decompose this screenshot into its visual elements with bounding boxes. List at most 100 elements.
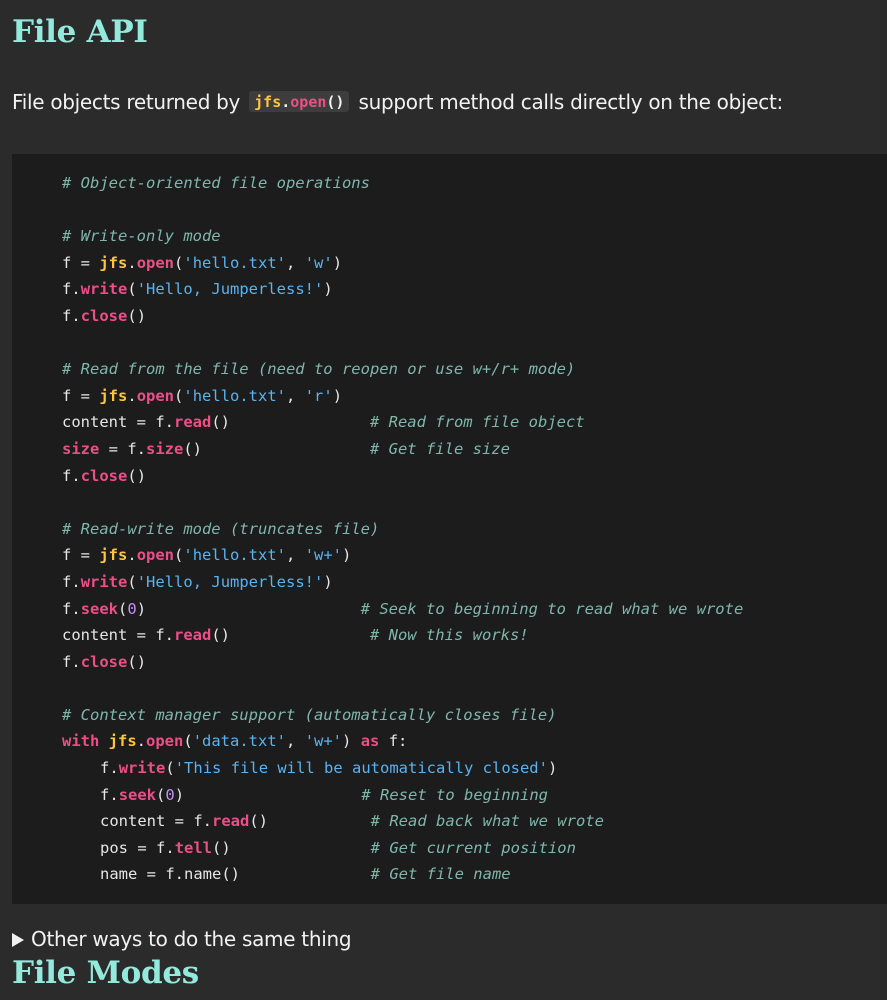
code-token: content bbox=[62, 626, 128, 645]
code-token: 'w+' bbox=[304, 732, 343, 751]
code-token: open bbox=[136, 253, 175, 272]
code-module: jfs bbox=[254, 93, 282, 111]
code-token: name bbox=[100, 865, 138, 884]
intro-text-after: support method calls directly on the obj… bbox=[358, 90, 784, 114]
code-token: # Get current position bbox=[370, 838, 576, 857]
code-token: pos bbox=[100, 838, 128, 857]
code-token: 'Hello, Jumperless!' bbox=[136, 572, 324, 591]
code-token: 'Hello, Jumperless!' bbox=[136, 280, 324, 299]
code-token: open bbox=[136, 386, 175, 405]
code-line: f.write('Hello, Jumperless!') bbox=[62, 280, 333, 299]
code-token: f bbox=[165, 865, 175, 884]
code-token: f bbox=[62, 466, 72, 485]
code-func: open bbox=[290, 93, 327, 111]
code-line: pos = f.tell() # Get current position bbox=[100, 838, 576, 857]
code-token: seek bbox=[118, 785, 157, 804]
code-comment: # Context manager support (automatically… bbox=[62, 705, 557, 724]
code-line: name = f.name() # Get file name bbox=[100, 865, 511, 884]
code-token: jfs bbox=[99, 546, 128, 565]
code-comment: # Object-oriented file operations bbox=[62, 174, 370, 192]
code-line: # Object-oriented file operations bbox=[62, 170, 743, 197]
code-line: # Write-only mode bbox=[62, 223, 743, 250]
code-line: # Read-write mode (truncates file) bbox=[62, 516, 743, 543]
code-line: f.close() bbox=[62, 652, 147, 671]
code-token: 'w' bbox=[304, 253, 333, 272]
code-token: f bbox=[62, 652, 72, 671]
code-token: seek bbox=[80, 599, 119, 618]
code-line: content = f.read() # Read back what we w… bbox=[100, 812, 604, 831]
code-token: write bbox=[118, 759, 166, 778]
code-token: f bbox=[388, 732, 399, 751]
code-token: open bbox=[146, 732, 184, 751]
code-token: # Get file size bbox=[369, 439, 510, 458]
code-comment: # Read from the file (need to reopen or … bbox=[62, 360, 576, 379]
code-token: f bbox=[62, 572, 72, 591]
code-token: f bbox=[155, 626, 165, 645]
code-token: close bbox=[80, 652, 128, 671]
code-token: f bbox=[155, 413, 165, 432]
code-token: 'hello.txt' bbox=[183, 546, 287, 565]
code-line: f.write('This file will be automatically… bbox=[100, 759, 558, 778]
code-token: # Read back what we wrote bbox=[370, 812, 604, 831]
code-token: read bbox=[212, 812, 250, 831]
details-label: Other ways to do the same thing bbox=[31, 927, 352, 951]
code-line: content = f.read() # Read from file obje… bbox=[62, 413, 585, 432]
code-token: # Get file name bbox=[370, 865, 511, 884]
code-token: jfs bbox=[108, 732, 137, 751]
code-token: f bbox=[62, 306, 72, 325]
code-token: 'r' bbox=[304, 386, 333, 405]
details-toggle[interactable]: Other ways to do the same thing bbox=[12, 927, 352, 951]
code-comment: # Read-write mode (truncates file) bbox=[62, 519, 380, 538]
code-line: # Read from the file (need to reopen or … bbox=[62, 356, 743, 383]
code-token: with bbox=[62, 732, 100, 751]
code-token: f bbox=[62, 386, 72, 405]
code-token: jfs bbox=[99, 386, 128, 405]
code-line: f.close() bbox=[62, 306, 147, 325]
code-token: read bbox=[174, 413, 212, 432]
code-line: f.close() bbox=[62, 466, 147, 485]
code-token: f bbox=[62, 599, 72, 618]
code-token: f bbox=[156, 838, 166, 857]
intro-text-before: File objects returned by bbox=[12, 90, 241, 114]
code-token: f bbox=[193, 812, 203, 831]
code-token: content bbox=[62, 413, 128, 432]
code-token: close bbox=[80, 466, 128, 485]
code-token: f bbox=[62, 280, 72, 299]
code-token: open bbox=[136, 546, 175, 565]
intro-paragraph: File objects returned by jfs.open() supp… bbox=[12, 90, 783, 114]
code-line: f.seek(0) # Reset to beginning bbox=[100, 785, 548, 804]
code-line: with jfs.open('data.txt', 'w+') as f: bbox=[62, 732, 408, 751]
code-token: tell bbox=[174, 838, 213, 857]
code-token: # Now this works! bbox=[369, 626, 529, 645]
code-block[interactable]: # Object-oriented file operations # Writ… bbox=[12, 154, 887, 904]
code-token: # Seek to beginning to read what we wrot… bbox=[360, 599, 744, 618]
code-token: content bbox=[100, 812, 166, 831]
code-token: size bbox=[146, 439, 184, 458]
code-token: name bbox=[184, 865, 222, 884]
code-token: 'hello.txt' bbox=[183, 253, 287, 272]
triangle-right-icon bbox=[12, 933, 24, 947]
code-line: size = f.size() # Get file size bbox=[62, 439, 510, 458]
code-dot: . bbox=[281, 93, 291, 111]
code-token: close bbox=[80, 306, 128, 325]
code-token: f bbox=[127, 439, 137, 458]
code-token: size bbox=[62, 439, 100, 458]
code-token: 0 bbox=[127, 599, 137, 618]
code-lines: # Object-oriented file operations # Writ… bbox=[62, 170, 743, 888]
code-line: content = f.read() # Now this works! bbox=[62, 626, 529, 645]
code-token: write bbox=[80, 280, 128, 299]
code-token: 0 bbox=[165, 785, 175, 804]
code-token: as bbox=[360, 732, 380, 751]
code-line: f = jfs.open('hello.txt', 'w') bbox=[62, 253, 343, 272]
inline-code: jfs.open() bbox=[249, 91, 350, 112]
code-comment: # Write-only mode bbox=[62, 227, 221, 246]
code-line: f = jfs.open('hello.txt', 'r') bbox=[62, 386, 343, 405]
code-token: f bbox=[100, 785, 110, 804]
code-token: jfs bbox=[99, 253, 128, 272]
code-token: 'This file will be automatically closed' bbox=[174, 759, 548, 778]
code-token: read bbox=[174, 626, 212, 645]
next-section-title: File Modes bbox=[12, 955, 199, 991]
